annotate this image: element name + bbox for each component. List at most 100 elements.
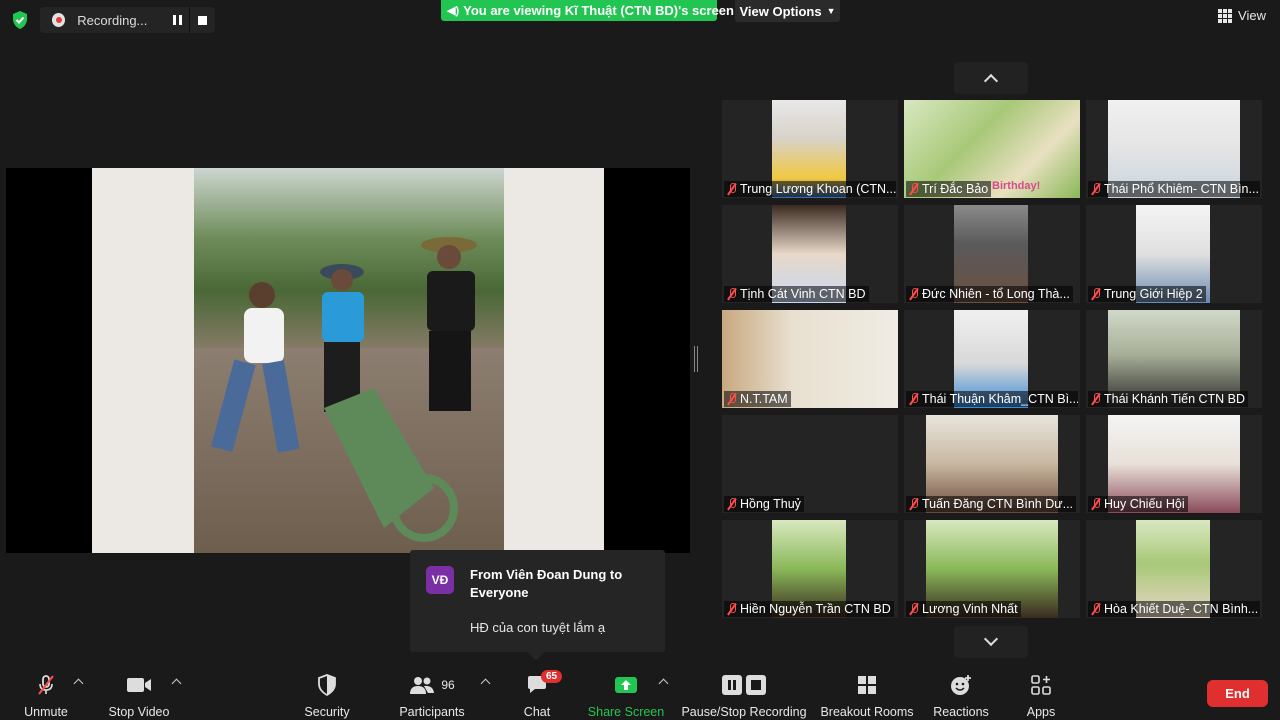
participants-options-caret[interactable]	[480, 678, 491, 689]
muted-mic-icon	[727, 393, 737, 405]
participant-tile[interactable]: Birthday! Trí Đắc Bảo	[904, 100, 1080, 198]
participant-name: Thái Phổ Khiêm- CTN Bìn...	[1088, 181, 1260, 197]
muted-mic-icon	[909, 183, 919, 195]
unmute-label: Unmute	[24, 705, 68, 719]
reactions-label: Reactions	[933, 705, 989, 719]
security-label: Security	[304, 705, 350, 719]
audio-options-caret[interactable]	[73, 678, 84, 689]
chat-notification[interactable]: VĐ From Viên Đoan Dung to Everyone HĐ củ…	[410, 550, 665, 661]
unmute-button[interactable]: Unmute	[18, 664, 74, 720]
gallery-next-button[interactable]	[954, 626, 1028, 658]
shared-screen[interactable]	[6, 168, 690, 553]
muted-mic-icon	[1091, 183, 1101, 195]
muted-mic-icon	[727, 288, 737, 300]
participants-button[interactable]: 96 Participants	[396, 664, 468, 720]
participant-tile[interactable]: Hồng Thuỷ	[722, 415, 898, 513]
view-options-label: View Options	[739, 3, 822, 19]
muted-mic-icon	[909, 288, 919, 300]
pause-recording-button[interactable]	[165, 7, 190, 33]
muted-mic-icon	[1091, 288, 1101, 300]
participant-tile[interactable]: Tuấn Đăng CTN Bình Dư...	[904, 415, 1080, 513]
participant-tile[interactable]: Thái Phổ Khiêm- CTN Bìn...	[1086, 100, 1262, 198]
participant-tile[interactable]: Tịnh Cát Vinh CTN BD	[722, 205, 898, 303]
muted-mic-icon	[727, 603, 737, 615]
mic-muted-icon	[35, 674, 57, 696]
shared-slide	[92, 168, 604, 553]
participant-tile[interactable]: Trung Lương Khoan (CTN...	[722, 100, 898, 198]
shield-icon	[317, 674, 337, 696]
participant-name: Thái Thuận Khâm_CTN Bì...	[906, 391, 1078, 407]
participant-tile[interactable]: Huy Chiếu Hội	[1086, 415, 1262, 513]
breakout-rooms-icon	[857, 674, 877, 696]
muted-mic-icon	[909, 498, 919, 510]
chat-message: HĐ của con tuyệt lắm ạ	[470, 620, 606, 635]
muted-mic-icon	[1091, 603, 1101, 615]
recording-indicator: Recording...	[40, 7, 215, 33]
gallery-prev-button[interactable]	[954, 62, 1028, 94]
pause-icon	[172, 15, 182, 25]
view-options-button[interactable]: View Options ▼	[735, 0, 840, 22]
participant-tile[interactable]: Lương Vinh Nhất	[904, 520, 1080, 618]
participant-name: Trí Đắc Bảo	[906, 181, 992, 197]
grid-view-icon	[1218, 8, 1233, 23]
participant-tile[interactable]: Thái Thuận Khâm_CTN Bì...	[904, 310, 1080, 408]
participant-name: Huy Chiếu Hội	[1088, 496, 1188, 512]
pause-stop-recording-button[interactable]: Pause/Stop Recording	[681, 664, 807, 720]
participants-icon: 96	[409, 674, 455, 696]
participant-name: Đức Nhiên - tổ Long Thà...	[906, 286, 1073, 302]
recording-label: Recording...	[77, 12, 148, 28]
participant-tile[interactable]: Thái Khánh Tiến CTN BD	[1086, 310, 1262, 408]
share-screen-button[interactable]: Share Screen	[588, 664, 664, 720]
birthday-overlay-text: Birthday!	[992, 180, 1041, 192]
muted-mic-icon	[1091, 393, 1101, 405]
sender-avatar: VĐ	[426, 566, 454, 594]
participant-name: Tuấn Đăng CTN Bình Dư...	[906, 496, 1077, 512]
breakout-rooms-label: Breakout Rooms	[820, 705, 914, 719]
participant-tile[interactable]: N.T.TAM	[722, 310, 898, 408]
apps-button[interactable]: Apps	[1020, 664, 1062, 720]
apps-icon	[1031, 674, 1051, 696]
volunteers-photo	[194, 168, 504, 553]
stop-recording-button[interactable]	[190, 7, 215, 33]
muted-mic-icon	[1091, 498, 1101, 510]
participant-name: Trung Lương Khoan (CTN...	[724, 181, 896, 197]
share-screen-label: Share Screen	[587, 705, 665, 719]
participant-name: Trung Giới Hiệp 2	[1088, 286, 1206, 302]
view-button[interactable]: View	[1218, 8, 1266, 23]
chat-sender: From Viên Đoan Dung to Everyone	[470, 567, 623, 600]
participant-name: Tịnh Cát Vinh CTN BD	[724, 286, 869, 302]
participant-name: Hiền Nguyễn Trần CTN BD	[724, 601, 894, 617]
participant-name: Lương Vinh Nhất	[906, 601, 1021, 617]
stop-video-label: Stop Video	[108, 705, 170, 719]
pause-stop-recording-label: Pause/Stop Recording	[681, 705, 807, 719]
participants-count: 96	[441, 678, 455, 692]
reactions-button[interactable]: Reactions	[932, 664, 990, 720]
wheelbarrow	[324, 388, 458, 542]
chevron-down-icon	[983, 631, 999, 647]
end-meeting-button[interactable]: End	[1207, 680, 1268, 707]
muted-mic-icon	[727, 498, 737, 510]
smiley-plus-icon	[950, 674, 972, 696]
meeting-toolbar: Unmute Stop Video Security 96 Participan…	[0, 664, 1280, 720]
viewing-text: You are viewing Kĩ Thuật (CTN BD)'s scre…	[463, 3, 734, 18]
muted-mic-icon	[909, 393, 919, 405]
muted-mic-icon	[909, 603, 919, 615]
video-camera-icon	[126, 674, 152, 696]
participant-tile[interactable]: Trung Giới Hiệp 2	[1086, 205, 1262, 303]
chat-label: Chat	[523, 705, 551, 719]
participant-name: N.T.TAM	[724, 391, 791, 407]
participant-name: Hòa Khiết Duệ- CTN Bình...	[1088, 601, 1260, 617]
pause-stop-icon	[721, 674, 767, 696]
breakout-rooms-button[interactable]: Breakout Rooms	[820, 664, 914, 720]
participant-tile[interactable]: Đức Nhiên - tổ Long Thà...	[904, 205, 1080, 303]
muted-mic-icon	[727, 183, 737, 195]
stop-video-button[interactable]: Stop Video	[104, 664, 174, 720]
chevron-down-icon: ▼	[826, 6, 836, 16]
chat-unread-badge: 65	[541, 670, 563, 683]
resize-handle[interactable]	[694, 346, 698, 372]
security-shield-icon[interactable]	[10, 10, 30, 30]
participant-tile[interactable]: Hiền Nguyễn Trần CTN BD	[722, 520, 898, 618]
viewing-screen-banner: ◀) You are viewing Kĩ Thuật (CTN BD)'s s…	[441, 0, 734, 21]
security-button[interactable]: Security	[302, 664, 352, 720]
participant-tile[interactable]: Hòa Khiết Duệ- CTN Bình...	[1086, 520, 1262, 618]
